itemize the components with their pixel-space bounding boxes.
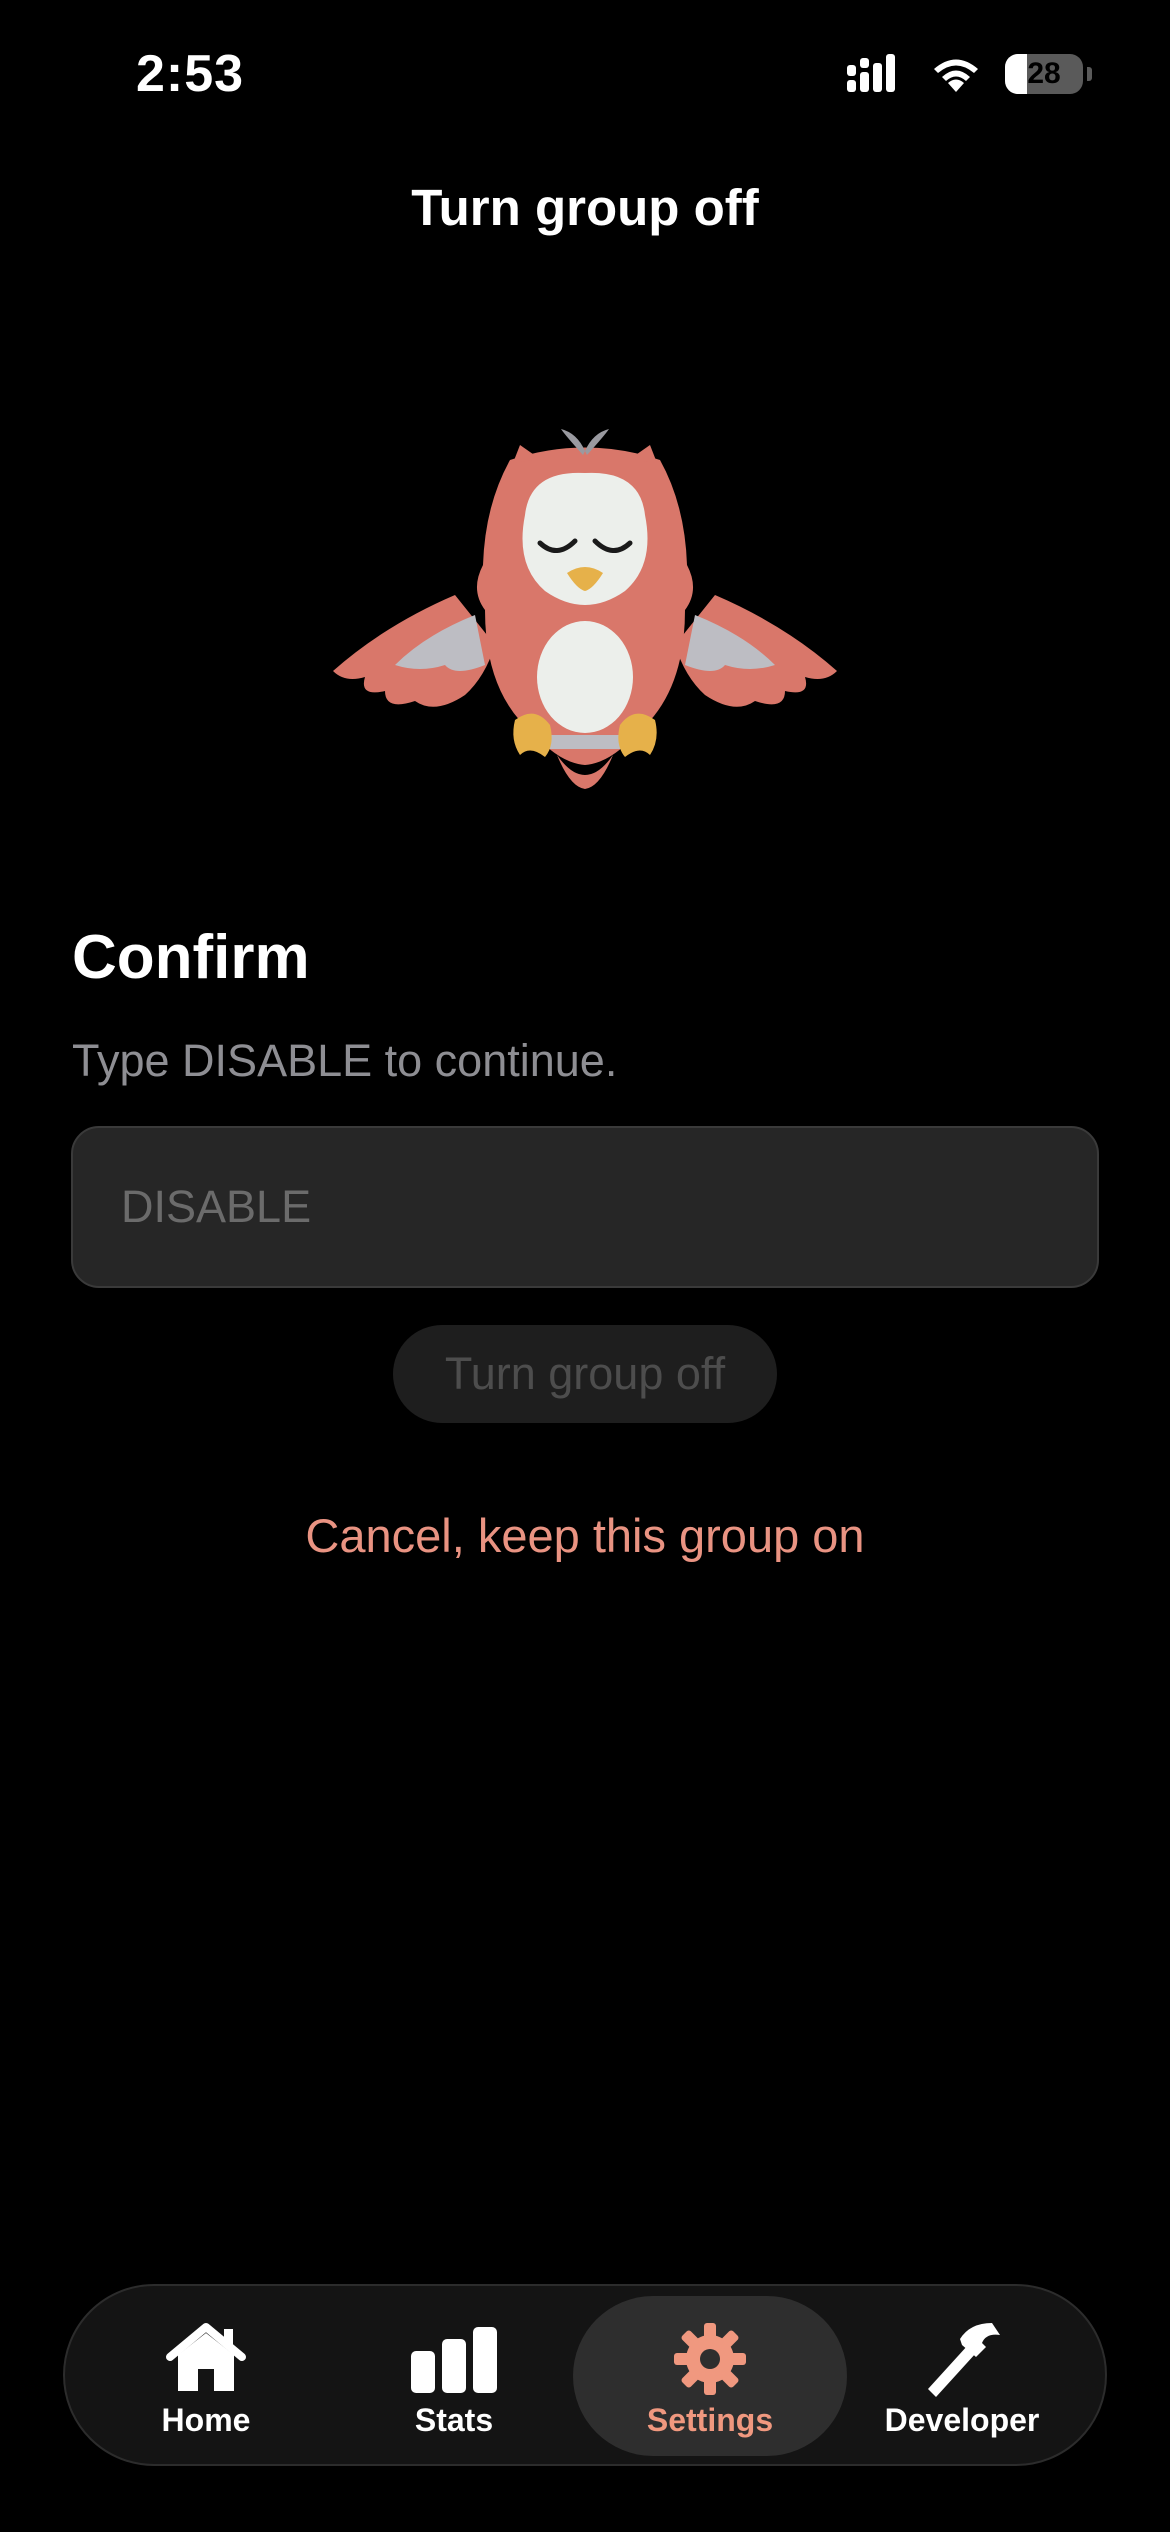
tab-developer-label: Developer [884, 2402, 1040, 2438]
tab-developer[interactable]: Developer [825, 2296, 1099, 2456]
gear-icon [672, 2322, 748, 2396]
home-icon [164, 2322, 248, 2396]
status-icons: 28 [847, 54, 1092, 94]
tab-stats-label: Stats [414, 2402, 494, 2438]
cellular-signal-icon [847, 54, 895, 92]
turn-group-off-button[interactable]: Turn group off [393, 1325, 777, 1423]
page-title: Turn group off [411, 179, 759, 236]
tab-bar: Home Stats Settings Developer [63, 2284, 1107, 2466]
tab-settings[interactable]: Settings [573, 2296, 847, 2456]
bar-chart-icon [409, 2322, 499, 2396]
cancel-keep-group-on-link[interactable]: Cancel, keep this group on [0, 1508, 1170, 1563]
wifi-icon [934, 59, 978, 92]
status-bar: 2:53 28 [0, 0, 1170, 150]
tab-stats[interactable]: Stats [317, 2296, 591, 2456]
tab-home-label: Home [161, 2402, 251, 2438]
battery-level: 28 [1027, 57, 1061, 90]
tab-home[interactable]: Home [69, 2296, 343, 2456]
confirm-instruction: Type DISABLE to continue. [72, 1035, 618, 1086]
hammer-icon [920, 2322, 1004, 2397]
status-time: 2:53 [136, 45, 245, 103]
battery-indicator: 28 [1005, 54, 1083, 94]
confirm-heading: Confirm [72, 923, 310, 992]
battery-nub [1087, 67, 1092, 81]
owl-mascot-icon [333, 429, 837, 789]
confirm-text-field[interactable] [71, 1126, 1099, 1288]
tab-settings-label: Settings [646, 2402, 774, 2438]
